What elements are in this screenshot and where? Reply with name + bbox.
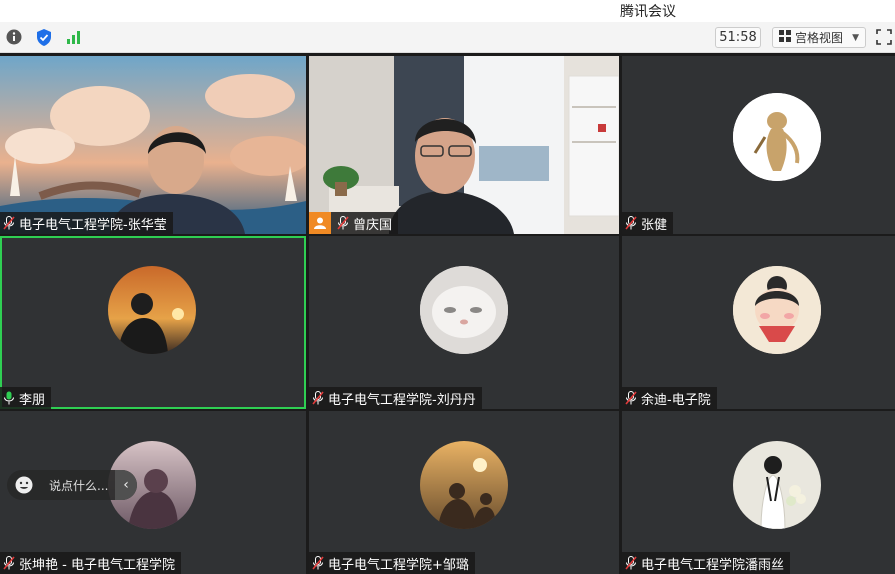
fullscreen-icon[interactable] (876, 29, 892, 45)
participant-tile[interactable]: 电子电气工程学院-刘丹丹 (309, 236, 619, 409)
avatar (733, 441, 821, 529)
avatar (420, 441, 508, 529)
title-bar: 腾讯会议 (0, 0, 895, 22)
emoji-icon[interactable] (13, 474, 35, 496)
info-icon[interactable] (5, 28, 23, 46)
mic-active-icon (2, 390, 16, 406)
participant-tile[interactable]: 电子电气工程学院+邹璐 (309, 411, 619, 574)
avatar (420, 266, 508, 354)
app-title: 腾讯会议 (620, 4, 676, 20)
participant-name-bar: 电子电气工程学院-张华莹 (0, 212, 173, 234)
participant-tile[interactable]: 曾庆国 (309, 56, 619, 234)
participant-name-bar: 电子电气工程学院+邹璐 (309, 552, 475, 574)
participant-name-bar: 电子电气工程学院潘雨丝 (622, 552, 791, 574)
participant-name-bar: 李朋 (0, 387, 52, 409)
participant-tile[interactable]: 余迪-电子院 (622, 236, 895, 409)
participant-name: 曾庆国 (353, 217, 393, 233)
participant-name: 张健 (641, 217, 668, 233)
participant-tile[interactable]: 电子电气工程学院潘雨丝 (622, 411, 895, 574)
signal-icon[interactable] (65, 28, 83, 46)
view-label: 宫格视图 (795, 31, 844, 45)
video-grid: 电子电气工程学院-张华莹 曾庆国 张健 李朋 电子电气工程学院-刘丹丹 余迪-电… (0, 53, 895, 574)
avatar (733, 266, 821, 354)
participant-name: 张坤艳 - 电子电气工程学院 (19, 557, 175, 573)
mic-muted-icon (2, 215, 16, 231)
chevron-down-icon: ▼ (852, 32, 859, 43)
participant-video (0, 56, 306, 234)
chat-placeholder[interactable]: 说点什么... (49, 477, 108, 494)
mic-muted-icon (311, 555, 325, 571)
mic-muted-icon (624, 555, 638, 571)
avatar (108, 266, 196, 354)
participant-name: 电子电气工程学院-张华莹 (19, 217, 167, 233)
participant-tile-speaking[interactable]: 李朋 (0, 236, 306, 409)
mic-muted-icon (336, 215, 350, 231)
participant-name-bar: 电子电气工程学院-刘丹丹 (309, 387, 482, 409)
shield-icon[interactable] (35, 28, 53, 46)
mic-muted-icon (624, 215, 638, 231)
host-icon (309, 212, 331, 234)
gallery-view-dropdown[interactable]: 宫格视图 ▼ (772, 27, 866, 48)
participant-video (309, 56, 619, 234)
participant-name-bar: 曾庆国 (309, 212, 399, 234)
chat-input-pill[interactable]: 说点什么... ‹ (7, 470, 137, 500)
mic-muted-icon (624, 390, 638, 406)
meeting-toolbar: 51:58 宫格视图 ▼ (0, 22, 895, 53)
mic-muted-icon (311, 390, 325, 406)
meeting-timer: 51:58 (715, 27, 761, 48)
participant-name: 李朋 (19, 392, 46, 408)
grid-view-icon (779, 30, 791, 45)
avatar (733, 93, 821, 181)
participant-name-bar: 张坤艳 - 电子电气工程学院 (0, 552, 181, 574)
participant-name: 电子电气工程学院-刘丹丹 (328, 392, 476, 408)
mic-muted-icon (2, 555, 16, 571)
participant-name: 电子电气工程学院+邹璐 (328, 557, 469, 573)
participant-tile[interactable]: 电子电气工程学院-张华莹 (0, 56, 306, 234)
participant-name: 电子电气工程学院潘雨丝 (641, 557, 785, 573)
participant-tile[interactable]: 张健 (622, 56, 895, 234)
participant-name-bar: 余迪-电子院 (622, 387, 717, 409)
participant-name: 余迪-电子院 (641, 392, 711, 408)
participant-name-bar: 张健 (622, 212, 674, 234)
